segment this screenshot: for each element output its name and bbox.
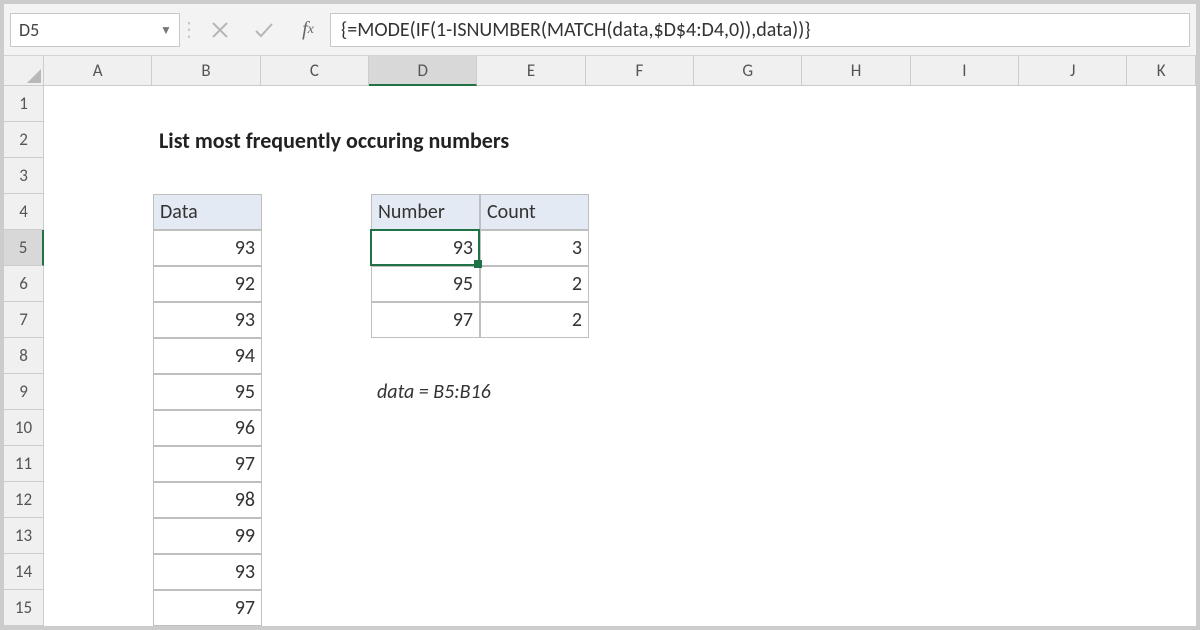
formula-input[interactable]: {=MODE(IF(1-ISNUMBER(MATCH(data,$D$4:D4,… — [330, 13, 1190, 47]
row-header-5[interactable]: 5 — [4, 230, 44, 266]
column-header-C[interactable]: C — [261, 56, 369, 86]
result-count: 2 — [480, 266, 589, 302]
row-header-15[interactable]: 15 — [4, 590, 44, 626]
row-header-1[interactable]: 1 — [4, 86, 44, 122]
result-number: 95 — [371, 266, 480, 302]
dropdown-icon[interactable]: ▼ — [153, 14, 179, 46]
named-range-note: data = B5:B16 — [371, 374, 698, 410]
row-header-4[interactable]: 4 — [4, 194, 44, 230]
number-header: Number — [371, 194, 480, 230]
column-header-F[interactable]: F — [586, 56, 694, 86]
result-count: 3 — [480, 230, 589, 266]
data-cell: 98 — [153, 482, 262, 518]
cancel-icon[interactable] — [198, 12, 242, 47]
result-number: 93 — [371, 230, 480, 266]
result-number: 97 — [371, 302, 480, 338]
row-header-9[interactable]: 9 — [4, 374, 44, 410]
row-header-11[interactable]: 11 — [4, 446, 44, 482]
column-header-J[interactable]: J — [1019, 56, 1127, 86]
column-header-D[interactable]: D — [369, 56, 477, 86]
separator-icon: ⋮ — [180, 12, 198, 47]
row-header-3[interactable]: 3 — [4, 158, 44, 194]
data-cell: 92 — [153, 266, 262, 302]
cells-area[interactable]: List most frequently occuring numbers Dat… — [44, 86, 1196, 626]
data-cell: 93 — [153, 302, 262, 338]
data-cell: 93 — [153, 230, 262, 266]
column-header-A[interactable]: A — [44, 56, 152, 86]
name-box[interactable]: D5 ▼ — [10, 13, 180, 47]
column-header-K[interactable]: K — [1127, 56, 1196, 86]
data-cell: 97 — [153, 446, 262, 482]
result-count: 2 — [480, 302, 589, 338]
row-header-13[interactable]: 13 — [4, 518, 44, 554]
data-cell: 97 — [153, 590, 262, 626]
row-header-12[interactable]: 12 — [4, 482, 44, 518]
data-cell: 94 — [153, 338, 262, 374]
data-header: Data — [153, 194, 262, 230]
row-header-2[interactable]: 2 — [4, 122, 44, 158]
count-header: Count — [480, 194, 589, 230]
row-header-8[interactable]: 8 — [4, 338, 44, 374]
select-all-corner[interactable] — [4, 56, 44, 86]
page-title: List most frequently occuring numbers — [153, 122, 698, 158]
column-header-I[interactable]: I — [911, 56, 1019, 86]
name-box-value: D5 — [11, 19, 153, 41]
row-header-6[interactable]: 6 — [4, 266, 44, 302]
fx-icon[interactable]: fx — [286, 12, 330, 47]
row-header-14[interactable]: 14 — [4, 554, 44, 590]
data-cell: 95 — [153, 374, 262, 410]
formula-text: {=MODE(IF(1-ISNUMBER(MATCH(data,$D$4:D4,… — [341, 18, 811, 42]
row-header-10[interactable]: 10 — [4, 410, 44, 446]
column-headers: ABCDEFGHIJK — [44, 56, 1196, 86]
column-header-G[interactable]: G — [694, 56, 802, 86]
row-header-7[interactable]: 7 — [4, 302, 44, 338]
row-headers: 123456789101112131415 — [4, 86, 44, 626]
data-cell: 93 — [153, 554, 262, 590]
column-header-H[interactable]: H — [802, 56, 910, 86]
spreadsheet-grid[interactable]: ABCDEFGHIJK 123456789101112131415 List m… — [4, 56, 1196, 626]
column-header-E[interactable]: E — [477, 56, 585, 86]
enter-icon[interactable] — [242, 12, 286, 47]
data-cell: 96 — [153, 410, 262, 446]
data-cell: 99 — [153, 518, 262, 554]
formula-bar: D5 ▼ ⋮ fx {=MODE(IF(1-ISNUMBER(MATCH(dat… — [4, 4, 1196, 56]
column-header-B[interactable]: B — [152, 56, 260, 86]
